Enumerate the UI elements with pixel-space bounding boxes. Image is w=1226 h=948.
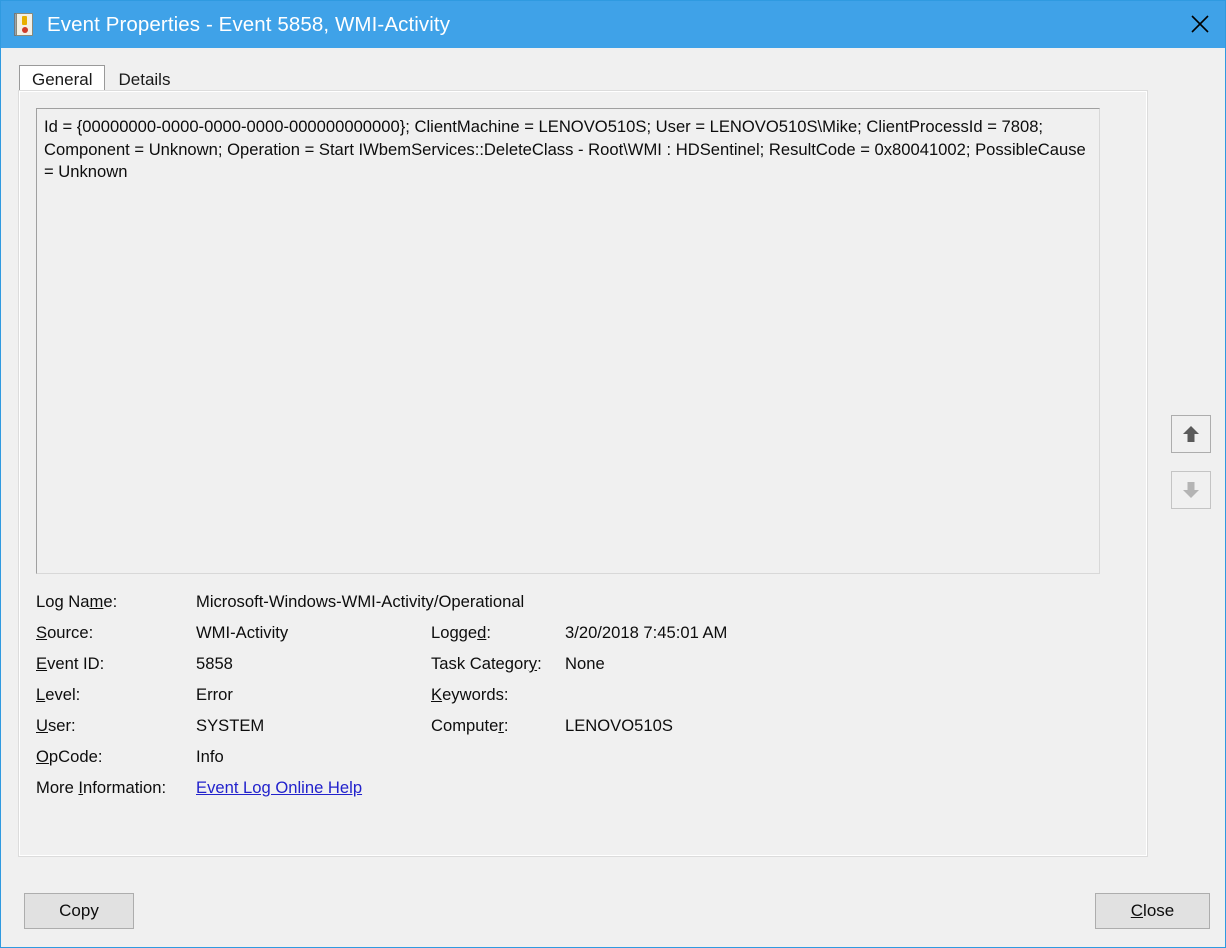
level-value: Error xyxy=(196,685,233,704)
level-label: Level: xyxy=(36,685,81,704)
source-label: Source: xyxy=(36,623,94,642)
source-value: WMI-Activity xyxy=(196,623,289,642)
tabstrip: General Details xyxy=(19,64,183,94)
task-category-value: None xyxy=(565,654,605,673)
event-description-box[interactable]: Id = {00000000-0000-0000-0000-0000000000… xyxy=(36,108,1100,574)
close-button[interactable]: Close xyxy=(1095,893,1210,929)
user-value: SYSTEM xyxy=(196,716,265,735)
field-row-user-computer: User: SYSTEM Computer: LENOVO510S xyxy=(36,716,1096,747)
field-row-source-logged: Source: WMI-Activity Logged: 3/20/2018 7… xyxy=(36,623,1096,654)
arrow-up-icon xyxy=(1180,423,1202,445)
tab-details-label: Details xyxy=(118,69,171,89)
field-row-more-information: More Information: Event Log Online Help xyxy=(36,778,1096,809)
tab-general[interactable]: General xyxy=(19,65,106,94)
general-tab-panel: Id = {00000000-0000-0000-0000-0000000000… xyxy=(18,90,1148,857)
keywords-label: Keywords: xyxy=(431,685,509,704)
event-id-value: 5858 xyxy=(196,654,233,673)
event-log-online-help-link[interactable]: Event Log Online Help xyxy=(196,778,362,798)
event-fields: Log Name: Microsoft-Windows-WMI-Activity… xyxy=(36,592,1096,809)
close-icon[interactable] xyxy=(1173,1,1225,47)
field-row-opcode: OpCode: Info xyxy=(36,747,1096,778)
computer-label: Computer: xyxy=(431,716,509,735)
more-information-label: More Information: xyxy=(36,778,167,797)
titlebar: Event Properties - Event 5858, WMI-Activ… xyxy=(1,1,1225,48)
event-properties-window: Event Properties - Event 5858, WMI-Activ… xyxy=(0,0,1226,948)
opcode-label: OpCode: xyxy=(36,747,103,766)
log-name-value: Microsoft-Windows-WMI-Activity/Operation… xyxy=(196,592,525,611)
previous-event-button[interactable] xyxy=(1171,415,1211,453)
logged-label: Logged: xyxy=(431,623,492,642)
client-area: General Details Id = {00000000-0000-0000… xyxy=(2,48,1225,947)
computer-value: LENOVO510S xyxy=(565,716,673,735)
copy-button[interactable]: Copy xyxy=(24,893,134,929)
field-row-level-keywords: Level: Error Keywords: xyxy=(36,685,1096,716)
tab-details[interactable]: Details xyxy=(105,65,183,94)
field-row-event-id-task: Event ID: 5858 Task Category: None xyxy=(36,654,1096,685)
log-name-label: Log Name: xyxy=(36,592,118,611)
arrow-down-icon xyxy=(1180,479,1202,501)
opcode-value: Info xyxy=(196,747,224,766)
next-event-button[interactable] xyxy=(1171,471,1211,509)
logged-value: 3/20/2018 7:45:01 AM xyxy=(565,623,728,642)
event-description-text: Id = {00000000-0000-0000-0000-0000000000… xyxy=(44,117,1091,181)
user-label: User: xyxy=(36,716,76,735)
window-title: Event Properties - Event 5858, WMI-Activ… xyxy=(47,12,451,36)
event-id-label: Event ID: xyxy=(36,654,105,673)
event-navigation-buttons xyxy=(1171,415,1211,527)
event-log-icon xyxy=(14,12,36,38)
tab-general-label: General xyxy=(32,69,93,89)
task-category-label: Task Category: xyxy=(431,654,542,673)
field-row-log-name: Log Name: Microsoft-Windows-WMI-Activity… xyxy=(36,592,1096,623)
